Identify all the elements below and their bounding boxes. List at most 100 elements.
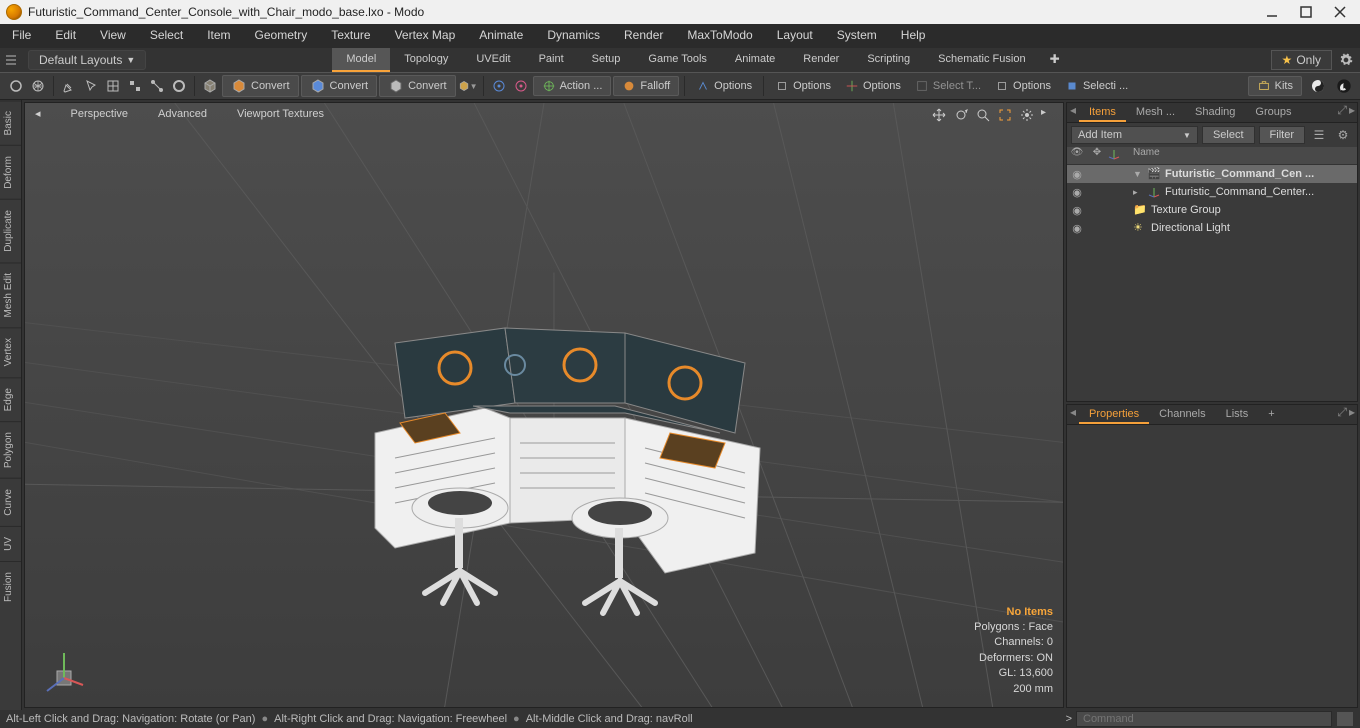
axis-gizmo[interactable] [37, 647, 85, 695]
circle-icon[interactable] [6, 76, 26, 96]
vtab-deform[interactable]: Deform [0, 145, 21, 199]
menu-help[interactable]: Help [889, 24, 938, 48]
menu-geometry[interactable]: Geometry [243, 24, 320, 48]
selecti-button[interactable]: Selecti ... [1059, 77, 1134, 95]
select-button[interactable]: Select [1202, 126, 1255, 144]
hamburger-icon[interactable] [0, 48, 22, 72]
panel-hamburger-icon[interactable]: ☰ [1309, 126, 1329, 144]
snap-icon[interactable] [125, 76, 145, 96]
convert3-button[interactable]: Convert [379, 75, 456, 97]
unreal-icon[interactable] [1334, 76, 1354, 96]
menu-view[interactable]: View [88, 24, 138, 48]
tab-paint[interactable]: Paint [525, 48, 578, 72]
globe-icon[interactable] [28, 76, 48, 96]
col-axes-icon[interactable] [1107, 147, 1127, 164]
eye-icon[interactable]: ◉ [1067, 204, 1087, 217]
col-move-icon[interactable]: ✥ [1087, 147, 1107, 164]
move-icon[interactable] [931, 107, 947, 123]
convert2-button[interactable]: Convert [301, 75, 378, 97]
tab-animate[interactable]: Animate [721, 48, 789, 72]
close-button[interactable] [1334, 6, 1346, 18]
minimize-button[interactable] [1266, 6, 1278, 18]
options1-button[interactable]: Options [690, 77, 758, 95]
tree-row-light[interactable]: ◉ ☀Directional Light [1067, 219, 1357, 237]
tab-uvedit[interactable]: UVEdit [462, 48, 524, 72]
tab-scripting[interactable]: Scripting [853, 48, 924, 72]
options4-button[interactable]: Options [989, 77, 1057, 95]
menu-edit[interactable]: Edit [43, 24, 88, 48]
viewport-advanced[interactable]: Advanced [158, 107, 207, 120]
tree-row-mesh[interactable]: ◉ ▸Futuristic_Command_Center... [1067, 183, 1357, 201]
panel-min-icon[interactable]: ⤢ [1337, 405, 1347, 424]
vtab-vertex[interactable]: Vertex [0, 327, 21, 376]
eye-icon[interactable]: ◉ [1067, 186, 1087, 199]
panel-collapse[interactable]: ◂ [1067, 405, 1079, 424]
panel-collapse[interactable]: ◂ [1067, 103, 1079, 122]
viewport-collapse[interactable]: ◂ [35, 107, 41, 120]
layout-preset-dropdown[interactable]: Default Layouts ▼ [28, 50, 146, 70]
rotate-icon[interactable] [953, 107, 969, 123]
add-item-dropdown[interactable]: Add Item▼ [1071, 126, 1198, 144]
vtab-duplicate[interactable]: Duplicate [0, 199, 21, 262]
tab-model[interactable]: Model [332, 48, 390, 72]
target1-icon[interactable] [489, 76, 509, 96]
maximize-button[interactable] [1300, 6, 1312, 18]
menu-layout[interactable]: Layout [765, 24, 825, 48]
menu-system[interactable]: System [825, 24, 889, 48]
convert1-button[interactable]: Convert [222, 75, 299, 97]
vtab-meshedit[interactable]: Mesh Edit [0, 262, 21, 327]
command-run-button[interactable] [1336, 711, 1354, 727]
viewport-3d[interactable]: ◂ Perspective Advanced Viewport Textures… [24, 102, 1064, 708]
menu-texture[interactable]: Texture [319, 24, 382, 48]
falloff-button[interactable]: Falloff [613, 76, 679, 96]
panel-menu-icon[interactable]: ▸ [1349, 405, 1355, 424]
vp-dropdown-icon[interactable]: ▸ [1041, 107, 1057, 123]
path-icon[interactable] [147, 76, 167, 96]
pen-icon[interactable] [59, 76, 79, 96]
panel-tab-groups[interactable]: Groups [1245, 103, 1301, 122]
panel-tab-mesh[interactable]: Mesh ... [1126, 103, 1185, 122]
col-eye-icon[interactable]: 👁 [1067, 147, 1087, 164]
panel-tab-properties[interactable]: Properties [1079, 405, 1149, 424]
col-name[interactable]: Name [1127, 147, 1357, 164]
panel-tab-add[interactable]: + [1258, 405, 1284, 424]
eye-icon[interactable]: ◉ [1067, 222, 1087, 235]
vtab-edge[interactable]: Edge [0, 377, 21, 421]
tab-gametools[interactable]: Game Tools [634, 48, 721, 72]
command-input[interactable] [1076, 711, 1332, 727]
menu-file[interactable]: File [0, 24, 43, 48]
menu-maxtomodo[interactable]: MaxToModo [675, 24, 764, 48]
menu-render[interactable]: Render [612, 24, 675, 48]
panel-gear-icon[interactable]: ⚙ [1333, 126, 1353, 144]
tab-render[interactable]: Render [789, 48, 853, 72]
vtab-curve[interactable]: Curve [0, 478, 21, 526]
vtab-polygon[interactable]: Polygon [0, 421, 21, 478]
panel-tab-items[interactable]: Items [1079, 103, 1126, 122]
ring-icon[interactable] [169, 76, 189, 96]
tab-schematicfusion[interactable]: Schematic Fusion [924, 48, 1039, 72]
select-t-button[interactable]: Select T... [909, 77, 987, 95]
ying-yang-icon[interactable] [1308, 76, 1328, 96]
gear-icon[interactable] [1338, 52, 1354, 68]
tree-row-scene[interactable]: ◉ ▼🎬Futuristic_Command_Cen ... [1067, 165, 1357, 183]
viewport-textures[interactable]: Viewport Textures [237, 107, 324, 120]
vtab-basic[interactable]: Basic [0, 100, 21, 145]
cursor-icon[interactable] [81, 76, 101, 96]
tree-row-texgroup[interactable]: ◉ 📁Texture Group [1067, 201, 1357, 219]
vp-gear-icon[interactable] [1019, 107, 1035, 123]
only-toggle[interactable]: ★ Only [1271, 50, 1332, 70]
action-button[interactable]: Action ... [533, 76, 612, 96]
tab-setup[interactable]: Setup [578, 48, 635, 72]
cube2-icon[interactable]: ▼ [458, 76, 478, 96]
tab-add[interactable]: ✚ [1040, 48, 1070, 72]
panel-tab-channels[interactable]: Channels [1149, 405, 1215, 424]
cube1-icon[interactable] [200, 76, 220, 96]
eye-icon[interactable]: ◉ [1067, 168, 1087, 181]
menu-item[interactable]: Item [195, 24, 242, 48]
kits-button[interactable]: Kits [1248, 76, 1302, 96]
panel-menu-icon[interactable]: ▸ [1349, 103, 1355, 122]
panel-tab-shading[interactable]: Shading [1185, 103, 1245, 122]
viewport-perspective[interactable]: Perspective [71, 107, 128, 120]
fit-icon[interactable] [997, 107, 1013, 123]
vtab-fusion[interactable]: Fusion [0, 561, 21, 612]
